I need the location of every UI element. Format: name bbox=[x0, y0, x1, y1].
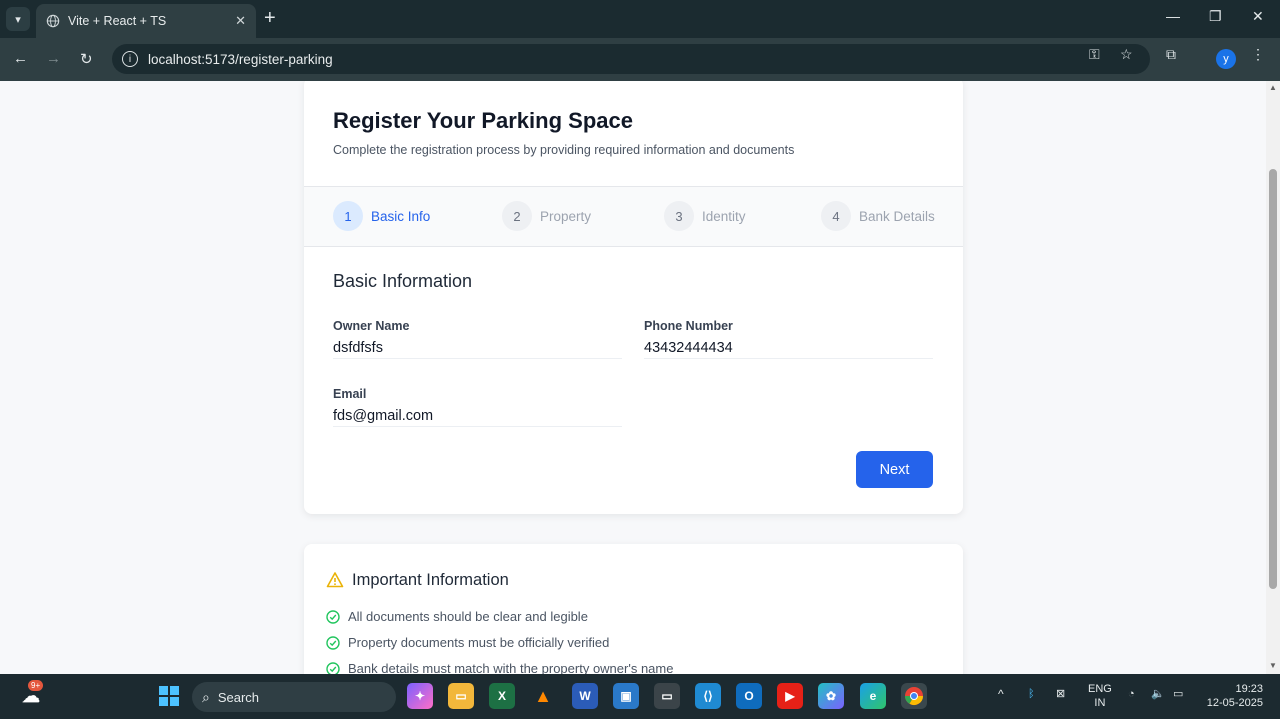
owner-name-input[interactable]: dsfdfsfs bbox=[333, 337, 622, 359]
step-number: 1 bbox=[333, 201, 363, 231]
browser-tab[interactable]: Vite + React + TS ✕ bbox=[36, 4, 256, 38]
vlc-icon[interactable]: ▲ bbox=[530, 683, 556, 709]
m365-icon[interactable]: ✿ bbox=[818, 683, 844, 709]
info-item-text: Property documents must be officially ve… bbox=[348, 635, 610, 650]
clock-date: 12-05-2025 bbox=[1206, 697, 1263, 709]
minimize-icon[interactable]: — bbox=[1166, 8, 1180, 24]
info-item-text: Bank details must match with the propert… bbox=[348, 661, 674, 674]
volume-icon[interactable]: 🔈 bbox=[1151, 687, 1165, 701]
region-code: IN bbox=[1094, 697, 1106, 709]
next-button[interactable]: Next bbox=[856, 451, 933, 488]
info-item: Property documents must be officially ve… bbox=[326, 635, 609, 650]
check-circle-icon bbox=[326, 609, 340, 624]
language-indicator[interactable]: ENG IN bbox=[1088, 682, 1112, 710]
copilot-icon[interactable]: ✦ bbox=[407, 683, 433, 709]
edge-icon[interactable]: e bbox=[860, 683, 886, 709]
step-label: Basic Info bbox=[371, 208, 431, 224]
back-icon[interactable]: ← bbox=[13, 50, 28, 67]
step-label: Bank Details bbox=[859, 208, 935, 224]
menu-dots-icon[interactable]: ⋮ bbox=[1251, 46, 1265, 63]
language-code: ENG bbox=[1088, 683, 1112, 695]
file-explorer-icon[interactable]: ▭ bbox=[448, 683, 474, 709]
phone-number-label: Phone Number bbox=[644, 319, 733, 333]
page-title: Register Your Parking Space bbox=[333, 108, 633, 133]
new-tab-button[interactable]: + bbox=[264, 8, 276, 28]
vscode-icon[interactable]: ⟨⟩ bbox=[695, 683, 721, 709]
start-icon[interactable] bbox=[156, 683, 182, 709]
scrollbar-thumb[interactable] bbox=[1269, 169, 1277, 589]
check-circle-icon bbox=[326, 661, 340, 674]
notification-badge: 9+ bbox=[28, 680, 44, 691]
terminal-icon[interactable]: ▭ bbox=[654, 683, 680, 709]
battery-icon[interactable]: ▭ bbox=[1173, 687, 1183, 701]
search-icon: ⌕ bbox=[202, 688, 210, 705]
password-key-icon[interactable]: ⚿ bbox=[1089, 46, 1100, 63]
windows-taskbar: ☁ 9+ ⌕ Search ✦ ▭ X ▲ W ▣ ▭ ⟨⟩ O ▶ ✿ e ^… bbox=[0, 674, 1280, 719]
reload-icon[interactable]: ↻ bbox=[80, 50, 93, 68]
step-number: 4 bbox=[821, 201, 851, 231]
step-indicator: 1 Basic Info 2 Property 3 Identity 4 Ban… bbox=[304, 186, 963, 247]
restore-icon[interactable]: ❐ bbox=[1209, 8, 1222, 25]
excel-icon[interactable]: X bbox=[489, 683, 515, 709]
url-text: localhost:5173/register-parking bbox=[148, 51, 333, 67]
close-window-icon[interactable]: ✕ bbox=[1252, 8, 1264, 25]
outlook-icon[interactable]: O bbox=[736, 683, 762, 709]
profile-avatar[interactable]: y bbox=[1216, 49, 1236, 69]
step-number: 3 bbox=[664, 201, 694, 231]
wifi-icon[interactable]: ◔ bbox=[1128, 687, 1135, 701]
check-circle-icon bbox=[326, 635, 340, 650]
info-item: Bank details must match with the propert… bbox=[326, 661, 673, 674]
info-item: All documents should be clear and legibl… bbox=[326, 609, 588, 624]
tab-search-button[interactable]: ▾ bbox=[6, 7, 30, 31]
step-label: Property bbox=[540, 208, 592, 224]
step-property[interactable]: 2 Property bbox=[502, 201, 591, 231]
close-tab-icon[interactable]: ✕ bbox=[235, 13, 246, 29]
step-number: 2 bbox=[502, 201, 532, 231]
chrome-icon[interactable] bbox=[901, 683, 927, 709]
browser-toolbar: ← → ↻ i localhost:5173/register-parking … bbox=[0, 38, 1280, 81]
page-scrollbar[interactable]: ▲ ▼ bbox=[1266, 81, 1280, 674]
show-hidden-icons-icon[interactable]: ^ bbox=[998, 687, 1004, 701]
browser-tabstrip: ▾ Vite + React + TS ✕ + — ❐ ✕ bbox=[0, 0, 1280, 38]
warning-icon bbox=[326, 572, 344, 588]
step-bank-details[interactable]: 4 Bank Details bbox=[821, 201, 935, 231]
clock-time: 19:23 bbox=[1235, 683, 1263, 695]
extensions-icon[interactable]: ⧉ bbox=[1166, 46, 1176, 63]
registration-card: Register Your Parking Space Complete the… bbox=[304, 81, 963, 514]
bluetooth-icon[interactable]: ᛒ bbox=[1028, 687, 1035, 701]
address-bar[interactable]: i localhost:5173/register-parking bbox=[112, 44, 1150, 74]
section-title: Basic Information bbox=[333, 271, 473, 291]
search-label: Search bbox=[217, 689, 260, 705]
page-viewport: Register Your Parking Space Complete the… bbox=[0, 81, 1266, 674]
phone-number-input[interactable]: 43432444434 bbox=[644, 337, 933, 359]
taskbar-search[interactable]: ⌕ Search bbox=[192, 682, 396, 712]
site-info-icon[interactable]: i bbox=[122, 51, 138, 67]
tab-title: Vite + React + TS bbox=[68, 14, 167, 28]
important-info-card: Important Information All documents shou… bbox=[304, 544, 963, 674]
step-identity[interactable]: 3 Identity bbox=[664, 201, 746, 231]
clock[interactable]: 19:23 12-05-2025 bbox=[1203, 682, 1263, 710]
email-input[interactable]: fds@gmail.com bbox=[333, 405, 622, 427]
email-label: Email bbox=[333, 387, 367, 401]
word-icon[interactable]: W bbox=[572, 683, 598, 709]
owner-name-label: Owner Name bbox=[333, 319, 410, 333]
globe-icon bbox=[46, 14, 60, 28]
info-title: Important Information bbox=[352, 571, 509, 589]
youtube-icon[interactable]: ▶ bbox=[777, 683, 803, 709]
app-window-icon[interactable]: ▣ bbox=[613, 683, 639, 709]
page-subtitle: Complete the registration process by pro… bbox=[333, 143, 795, 157]
info-item-text: All documents should be clear and legibl… bbox=[348, 609, 588, 624]
step-basic-info[interactable]: 1 Basic Info bbox=[333, 201, 430, 231]
tray-app-icon[interactable]: ⊠ bbox=[1056, 687, 1065, 701]
scroll-up-icon[interactable]: ▲ bbox=[1269, 83, 1277, 92]
forward-icon[interactable]: → bbox=[46, 50, 61, 67]
scroll-down-icon[interactable]: ▼ bbox=[1269, 661, 1277, 670]
bookmark-star-icon[interactable]: ☆ bbox=[1120, 46, 1133, 63]
step-label: Identity bbox=[702, 208, 746, 224]
